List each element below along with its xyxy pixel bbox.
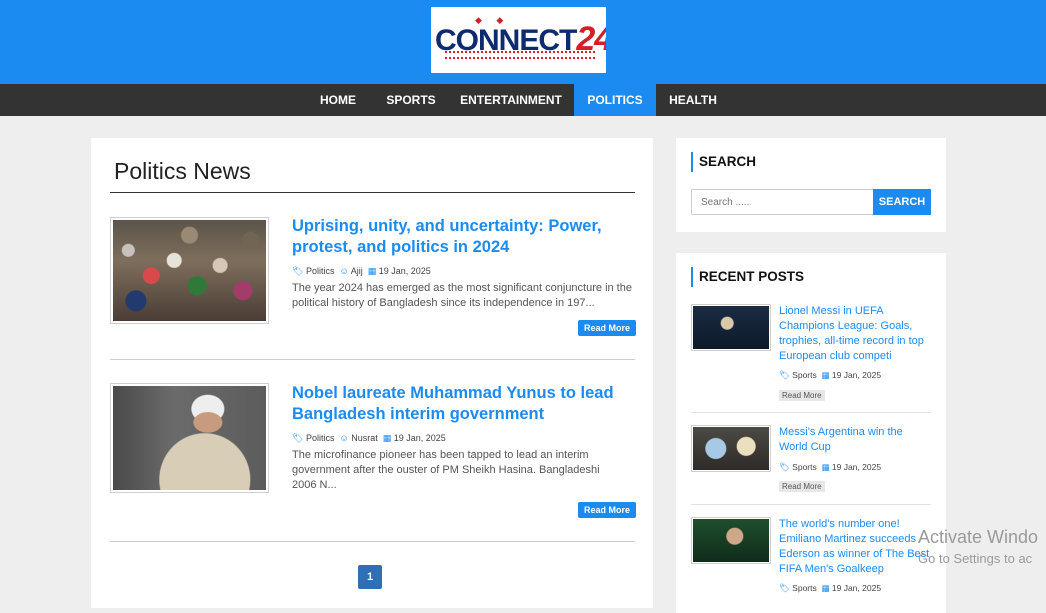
tag-icon: 🏷︎: [779, 462, 790, 472]
recent-post-date: 19 Jan, 2025: [831, 370, 882, 380]
post-author[interactable]: Ajij: [351, 266, 363, 276]
post-date: 19 Jan, 2025: [378, 266, 431, 276]
tag-icon: 🏷︎: [292, 266, 304, 276]
recent-post-category[interactable]: Sports: [792, 370, 817, 380]
recent-post-meta: 🏷︎ Sports ▦ 19 Jan, 2025: [779, 462, 881, 473]
post-divider: [110, 359, 635, 360]
goalkeeper-image: [693, 519, 769, 562]
recent-post-title[interactable]: Lionel Messi in UEFA Champions League: G…: [779, 304, 931, 364]
pagination-page-1[interactable]: 1: [358, 565, 382, 589]
world-cup-celebration-image: [693, 427, 769, 470]
post-excerpt: The microfinance pioneer has been tapped…: [292, 449, 600, 491]
recent-post-divider: [691, 412, 931, 413]
recent-post-divider: [691, 504, 931, 505]
post-category[interactable]: Politics: [306, 266, 335, 276]
page-title: Politics News: [114, 158, 251, 184]
post-thumbnail[interactable]: [110, 383, 269, 493]
nav-item-health[interactable]: HEALTH: [657, 84, 729, 116]
watermark-line-2: Go to Settings to ac: [918, 551, 1033, 566]
post-meta: 🏷︎ Politics ☺ Nusrat ▦ 19 Jan, 2025: [292, 433, 446, 444]
post-meta: 🏷︎ Politics ☺ Ajij ▦ 19 Jan, 2025: [292, 266, 431, 277]
post-date: 19 Jan, 2025: [393, 433, 446, 443]
tag-icon: 🏷︎: [292, 433, 304, 443]
calendar-icon: ▦: [821, 370, 830, 380]
calendar-icon: ▦: [382, 433, 392, 443]
recent-posts-widget: RECENT POSTS Lionel Messi in UEFA Champi…: [676, 253, 946, 613]
read-more-button[interactable]: Read More: [578, 320, 637, 336]
post-author[interactable]: Nusrat: [351, 433, 378, 443]
site-logo[interactable]: ◆ ◆ CONNECT24: [431, 7, 606, 73]
windows-activation-watermark: Activate Windo Go to Settings to ac: [918, 527, 1038, 566]
logo-tagline-decoration: [445, 51, 595, 59]
read-more-button[interactable]: Read More: [779, 390, 825, 401]
recent-post-title[interactable]: The world's number one! Emiliano Martine…: [779, 517, 931, 577]
post-title[interactable]: Nobel laureate Muhammad Yunus to lead Ba…: [292, 383, 622, 425]
main-nav: HOME SPORTS ENTERTAINMENT POLITICS HEALT…: [0, 84, 1046, 116]
widget-title: RECENT POSTS: [691, 267, 804, 287]
recent-post-category[interactable]: Sports: [792, 462, 817, 472]
search-widget: SEARCH SEARCH: [676, 138, 946, 232]
recent-post-thumbnail[interactable]: [691, 304, 771, 351]
search-input[interactable]: [691, 189, 882, 215]
recent-post-title[interactable]: Messi's Argentina win the World Cup: [779, 425, 931, 455]
user-icon: ☺: [339, 266, 349, 276]
calendar-icon: ▦: [821, 583, 830, 593]
nav-item-sports[interactable]: SPORTS: [375, 84, 447, 116]
recent-post-thumbnail[interactable]: [691, 517, 771, 564]
post-excerpt: The year 2024 has emerged as the most si…: [292, 282, 632, 309]
widget-title: SEARCH: [691, 152, 756, 172]
calendar-icon: ▦: [821, 462, 830, 472]
nav-item-entertainment[interactable]: ENTERTAINMENT: [450, 84, 572, 116]
site-header: ◆ ◆ CONNECT24: [0, 0, 1046, 84]
nav-item-politics[interactable]: POLITICS: [574, 84, 656, 116]
messi-trophy-image: [693, 306, 769, 349]
protest-crowd-image: [113, 220, 266, 321]
recent-post-thumbnail[interactable]: [691, 425, 771, 472]
recent-post-category[interactable]: Sports: [792, 583, 817, 593]
tag-icon: 🏷︎: [779, 583, 790, 593]
calendar-icon: ▦: [367, 266, 377, 276]
post-category[interactable]: Politics: [306, 433, 335, 443]
recent-post-meta: 🏷︎ Sports ▦ 19 Jan, 2025: [779, 583, 881, 594]
watermark-line-1: Activate Windo: [918, 527, 1039, 547]
user-icon: ☺: [339, 433, 349, 443]
post-title[interactable]: Uprising, unity, and uncertainty: Power,…: [292, 216, 622, 258]
tag-icon: 🏷︎: [779, 370, 790, 380]
nav-item-home[interactable]: HOME: [305, 84, 371, 116]
read-more-button[interactable]: Read More: [578, 502, 637, 518]
recent-post-date: 19 Jan, 2025: [831, 462, 882, 472]
post-divider: [110, 541, 635, 542]
portrait-image: [113, 386, 266, 490]
title-divider: [110, 192, 635, 193]
recent-post-date: 19 Jan, 2025: [831, 583, 882, 593]
search-button[interactable]: SEARCH: [873, 189, 931, 215]
read-more-button[interactable]: Read More: [779, 481, 825, 492]
post-thumbnail[interactable]: [110, 217, 269, 324]
recent-post-meta: 🏷︎ Sports ▦ 19 Jan, 2025: [779, 370, 881, 381]
main-content: Politics News Uprising, unity, and uncer…: [91, 138, 653, 608]
